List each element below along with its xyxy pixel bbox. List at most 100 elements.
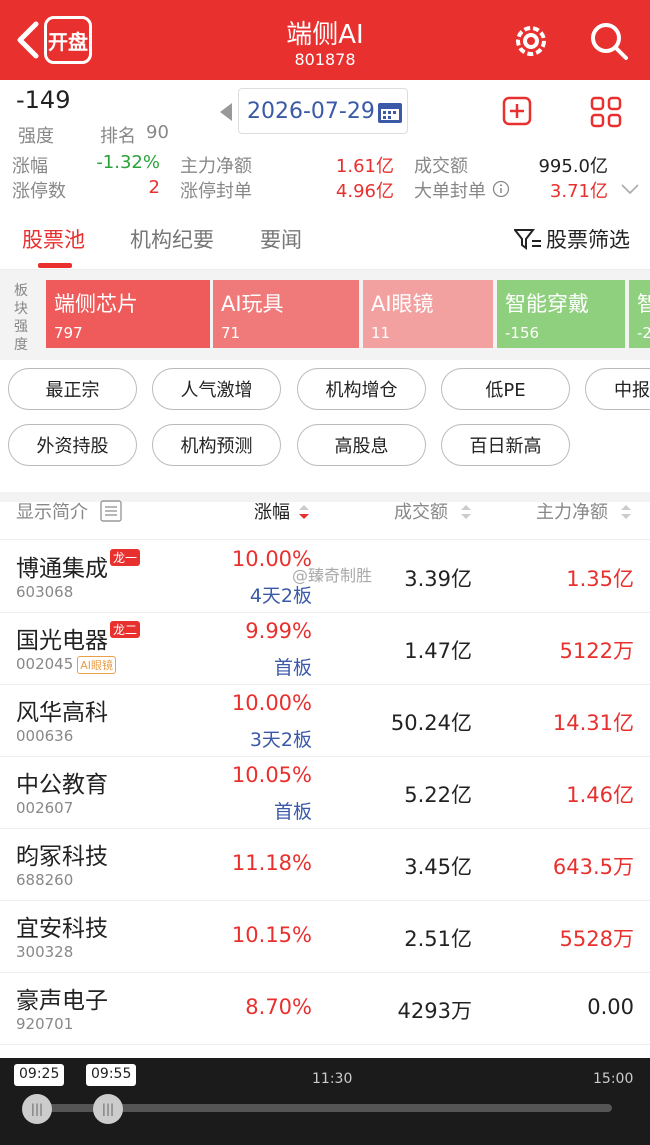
main-net-amount: 14.31亿 — [552, 711, 634, 735]
sort-icon[interactable] — [460, 504, 472, 520]
change-label: 涨幅 — [12, 156, 48, 177]
turnover-value: 995.0亿 — [538, 156, 608, 177]
stock-name-text: 中公教育 — [16, 772, 108, 798]
watermark: @臻奇制胜 — [292, 566, 373, 585]
main-net-amount: 0.00 — [587, 995, 634, 1019]
prev-date-icon[interactable] — [220, 103, 232, 121]
add-watchlist-icon[interactable] — [502, 96, 532, 126]
header-show-intro[interactable]: 显示简介 — [16, 498, 88, 524]
filter-icon[interactable] — [514, 228, 542, 250]
date-text: 2026-07-29 — [247, 99, 375, 124]
sector-name: AI玩具 — [221, 292, 284, 316]
limit-up-seal-value: 4.96亿 — [335, 181, 394, 202]
stock-code-text: 603068 — [16, 583, 74, 601]
sort-icon[interactable] — [620, 504, 632, 520]
stock-name: 博通集成 龙一 — [16, 549, 141, 583]
chip-institution-forecast[interactable]: 机构预测 — [152, 424, 281, 466]
sector-name: 智能穿戴 — [505, 292, 589, 316]
main-net-amount: 643.5万 — [552, 855, 634, 879]
stock-name: 风华高科 — [16, 693, 108, 727]
sector-card[interactable]: 端侧芯片 797 — [46, 280, 210, 348]
stock-name-text: 风华高科 — [16, 700, 108, 726]
stock-code-text: 688260 — [16, 871, 74, 889]
big-order-seal-value: 3.71亿 — [549, 181, 608, 202]
header-change[interactable]: 涨幅 — [254, 498, 290, 524]
timeline-end-handle[interactable]: ||| — [93, 1094, 123, 1124]
chevron-down-icon[interactable] — [620, 182, 640, 196]
chip-low-pe[interactable]: 低PE — [441, 368, 570, 410]
index-code: 801878 — [294, 50, 356, 69]
stock-code-text: 002045 — [16, 655, 74, 673]
tab-stock-pool[interactable]: 股票池 — [22, 224, 85, 254]
page-title: 端侧AI — [286, 20, 364, 50]
stock-code: 300328 — [16, 943, 73, 961]
change-pct: 9.99% — [245, 619, 312, 643]
change-pct: 10.00% — [231, 691, 312, 715]
chip-high-dividend[interactable]: 高股息 — [297, 424, 426, 466]
sector-card[interactable]: 智 -2 — [629, 280, 650, 348]
stock-code: 688260 — [16, 871, 73, 889]
search-icon[interactable] — [588, 20, 630, 62]
tab-institution-notes[interactable]: 机构纪要 — [130, 224, 214, 254]
date-picker[interactable]: 2026-07-29 — [238, 88, 408, 134]
sector-count: 797 — [54, 324, 83, 342]
change-pct: 8.70% — [245, 995, 312, 1019]
sector-card[interactable]: AI玩具 71 — [213, 280, 359, 348]
chip-most-authentic[interactable]: 最正宗 — [8, 368, 137, 410]
stock-name-text: 博通集成 — [16, 556, 108, 582]
gear-icon[interactable] — [510, 20, 552, 62]
list-icon[interactable] — [100, 500, 122, 522]
sort-desc-icon[interactable] — [298, 504, 310, 520]
stock-name: 豪声电子 — [16, 981, 108, 1015]
rank-value: 90 — [146, 122, 169, 143]
header-turnover[interactable]: 成交额 — [394, 498, 448, 524]
limit-up-seal-label: 涨停封单 — [180, 181, 252, 202]
header-main-net[interactable]: 主力净额 — [536, 498, 608, 524]
stock-name: 国光电器 龙二 — [16, 621, 141, 655]
sector-count: 71 — [221, 324, 241, 342]
timeline-current-label: 09:55 — [86, 1064, 137, 1086]
main-net-value: 1.61亿 — [335, 156, 394, 177]
main-net-label: 主力净额 — [180, 156, 252, 177]
timeline-start-handle[interactable]: ||| — [22, 1094, 52, 1124]
limit-up-count-value: 2 — [148, 177, 160, 198]
chip-foreign-holding[interactable]: 外资持股 — [8, 424, 137, 466]
chip-institution-increase[interactable]: 机构增仓 — [297, 368, 426, 410]
chip-interim-report[interactable]: 中报 — [585, 368, 650, 410]
sector-name: 智 — [637, 292, 650, 316]
limit-up-streak: 首板 — [273, 657, 312, 679]
stock-name-text: 昀冢科技 — [16, 844, 108, 870]
change-pct: 11.18% — [231, 851, 312, 875]
limit-up-streak: 3天2板 — [249, 729, 312, 751]
stock-code: 920701 — [16, 1015, 73, 1033]
change-pct: 10.00% — [231, 547, 312, 571]
stock-filter-button[interactable]: 股票筛选 — [546, 224, 630, 254]
main-net-amount: 1.46亿 — [566, 783, 634, 807]
big-order-seal-label: 大单封单 — [414, 181, 486, 202]
stock-code-text: 300328 — [16, 943, 74, 961]
leader-badge: 龙二 — [110, 621, 141, 638]
strength-label: 强度 — [18, 126, 54, 147]
sector-count: 11 — [371, 324, 391, 342]
timeline-mid-label: 11:30 — [312, 1071, 353, 1087]
rank-label: 排名 — [100, 126, 136, 147]
main-net-amount: 5528万 — [559, 927, 634, 951]
stock-name: 宜安科技 — [16, 909, 108, 943]
stock-name-text: 宜安科技 — [16, 916, 108, 942]
active-tab-indicator — [38, 263, 72, 268]
chip-100-day-high[interactable]: 百日新高 — [441, 424, 570, 466]
stock-code-text: 000636 — [16, 727, 74, 745]
sector-count: -2 — [637, 324, 650, 342]
change-pct: 10.15% — [231, 923, 312, 947]
grid-view-icon[interactable] — [590, 96, 622, 128]
sector-card[interactable]: AI眼镜 11 — [363, 280, 493, 348]
main-net-amount: 5122万 — [559, 639, 634, 663]
stock-name: 中公教育 — [16, 765, 108, 799]
change-pct: 10.05% — [231, 763, 312, 787]
strength-value: -149 — [16, 86, 71, 114]
sector-card[interactable]: 智能穿戴 -156 — [497, 280, 625, 348]
chip-popularity-surge[interactable]: 人气激增 — [152, 368, 281, 410]
tab-news[interactable]: 要闻 — [260, 224, 302, 254]
leader-badge: 龙一 — [110, 549, 141, 566]
stock-name-text: 国光电器 — [16, 628, 108, 654]
